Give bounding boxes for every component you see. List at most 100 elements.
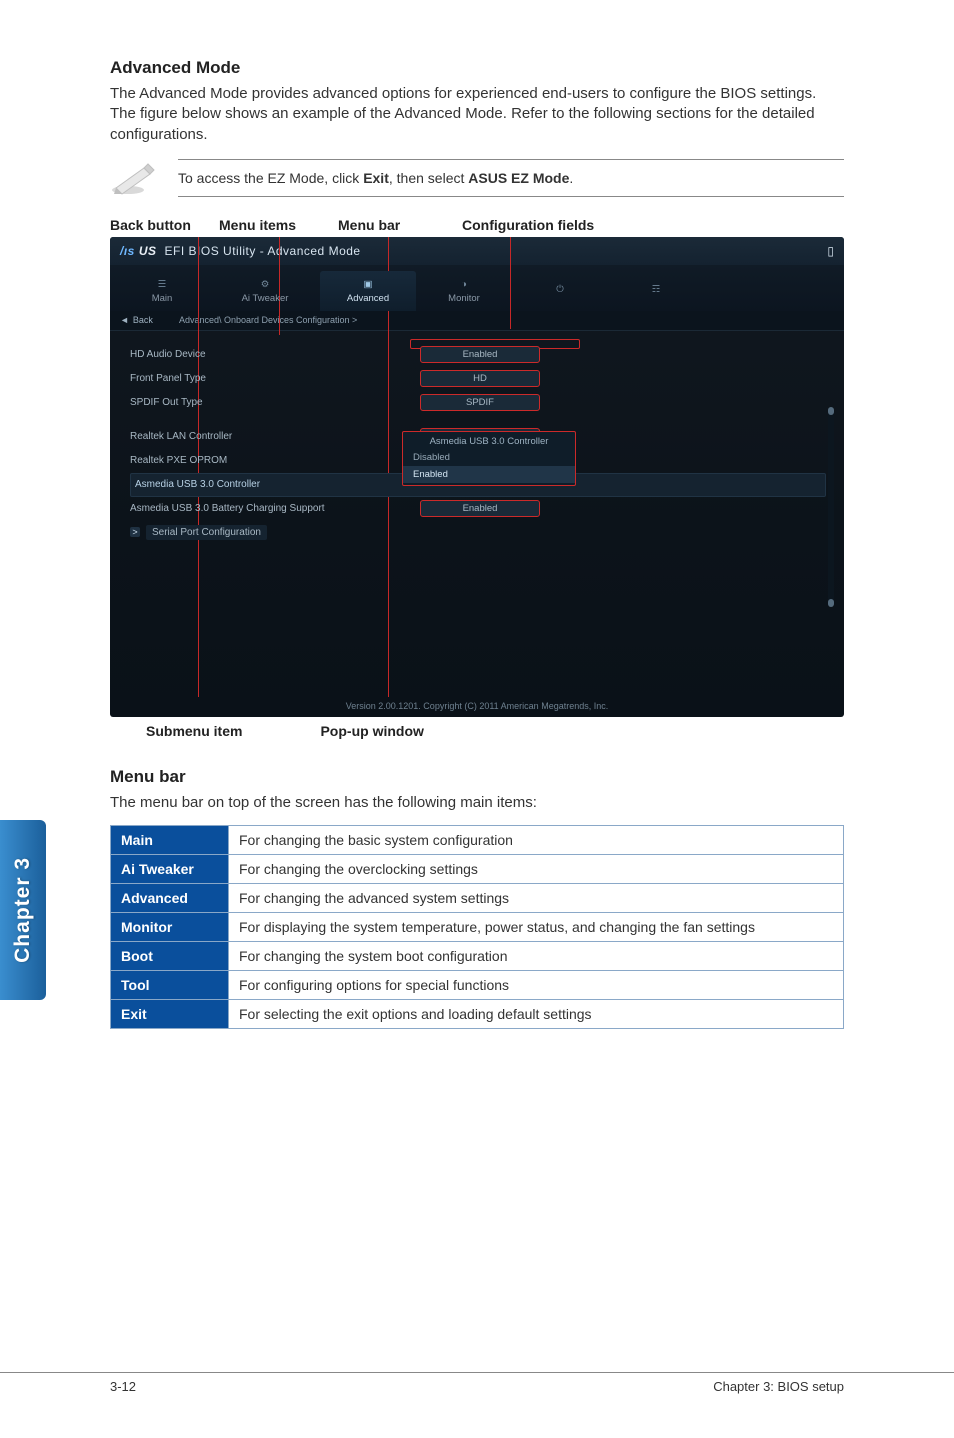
note-text: To access the EZ Mode, click Exit, then …: [178, 159, 844, 197]
table-key-monitor: Monitor: [111, 913, 229, 942]
note-block: To access the EZ Mode, click Exit, then …: [110, 159, 844, 197]
note-text-mid: , then select: [389, 170, 468, 186]
chevron-right-icon: >: [130, 527, 140, 537]
menu-bar-body: The menu bar on top of the screen has th…: [110, 793, 844, 813]
note-text-ezmode: ASUS EZ Mode: [468, 170, 569, 186]
row-serial-port[interactable]: > Serial Port Configuration: [130, 525, 826, 540]
tab-tool[interactable]: ☶: [608, 271, 704, 311]
note-text-prefix: To access the EZ Mode, click: [178, 170, 363, 186]
bios-screenshot: /ısUS EFI BIOS Utility - Advanced Mode ▯…: [110, 237, 844, 717]
table-row: MonitorFor displaying the system tempera…: [111, 913, 844, 942]
chapter-side-tab: Chapter 3: [0, 820, 46, 1000]
bios-title-text: EFI BIOS Utility - Advanced Mode: [165, 244, 361, 258]
table-desc-main: For changing the basic system configurat…: [229, 826, 844, 855]
table-key-advanced: Advanced: [111, 884, 229, 913]
tab-power[interactable]: ⏻: [512, 271, 608, 311]
row-spdif-value[interactable]: SPDIF: [420, 394, 540, 411]
row-hd-audio-label: HD Audio Device: [130, 349, 420, 360]
table-key-tool: Tool: [111, 971, 229, 1000]
scrollbar[interactable]: [828, 407, 834, 607]
back-button[interactable]: ◄ Back: [120, 315, 153, 325]
row-front-panel[interactable]: Front Panel Type HD: [130, 367, 826, 391]
row-hd-audio-value[interactable]: Enabled: [420, 346, 540, 363]
annot-menu-bar: Menu bar: [338, 217, 458, 233]
row-lan-label: Realtek LAN Controller: [130, 431, 420, 442]
table-key-boot: Boot: [111, 942, 229, 971]
tab-ai-tweaker-label: Ai Tweaker: [242, 293, 289, 304]
row-spdif[interactable]: SPDIF Out Type SPDIF: [130, 391, 826, 415]
row-pxe-label: Realtek PXE OPROM: [130, 455, 420, 466]
bios-titlebar: /ısUS EFI BIOS Utility - Advanced Mode ▯: [110, 237, 844, 265]
table-row: Ai TweakerFor changing the overclocking …: [111, 855, 844, 884]
scroll-arrow-down-icon[interactable]: [828, 599, 834, 607]
table-desc-boot: For changing the system boot configurati…: [229, 942, 844, 971]
tab-main-label: Main: [152, 293, 173, 304]
chapter-title-footer: Chapter 3: BIOS setup: [713, 1373, 844, 1394]
bios-settings-panel: HD Audio Device Enabled Front Panel Type…: [110, 331, 844, 359]
annot-submenu-item: Submenu item: [146, 723, 242, 739]
tab-advanced-label: Advanced: [347, 293, 389, 304]
note-text-exit: Exit: [363, 170, 389, 186]
row-front-panel-value[interactable]: HD: [420, 370, 540, 387]
table-row: ExitFor selecting the exit options and l…: [111, 1000, 844, 1029]
annot-back-button: Back button: [110, 217, 215, 233]
row-asmedia-batt-value[interactable]: Enabled: [420, 500, 540, 517]
menu-bar-table: MainFor changing the basic system config…: [110, 825, 844, 1029]
scroll-arrow-up-icon[interactable]: [828, 407, 834, 415]
annot-popup-window: Pop-up window: [320, 723, 423, 739]
table-row: AdvancedFor changing the advanced system…: [111, 884, 844, 913]
table-row: ToolFor configuring options for special …: [111, 971, 844, 1000]
table-key-tweaker: Ai Tweaker: [111, 855, 229, 884]
annot-config-fields: Configuration fields: [462, 217, 594, 233]
bios-tabbar: ☰ Main ⚙ Ai Tweaker ▣ Advanced ◑ Monitor…: [110, 265, 844, 311]
menu-bar-heading: Menu bar: [110, 767, 844, 787]
breadcrumb-path: Advanced\ Onboard Devices Configuration …: [179, 315, 357, 325]
pencil-note-icon: [110, 160, 156, 196]
row-asmedia-battery[interactable]: Asmedia USB 3.0 Battery Charging Support…: [130, 497, 826, 521]
tool-icon: ☶: [647, 283, 665, 297]
list-icon: ☰: [153, 277, 171, 291]
row-asmedia-batt-label: Asmedia USB 3.0 Battery Charging Support: [130, 503, 420, 514]
power-icon: ⏻: [551, 283, 569, 297]
table-desc-monitor: For displaying the system temperature, p…: [229, 913, 844, 942]
asus-logo: /ısUS EFI BIOS Utility - Advanced Mode: [120, 244, 361, 258]
page-footer: 3-12 Chapter 3: BIOS setup: [0, 1372, 954, 1394]
table-desc-exit: For selecting the exit options and loadi…: [229, 1000, 844, 1029]
page-number: 3-12: [110, 1373, 136, 1394]
row-hd-audio[interactable]: HD Audio Device Enabled: [130, 343, 826, 367]
table-key-main: Main: [111, 826, 229, 855]
row-asmedia-label: Asmedia USB 3.0 Controller: [131, 479, 421, 490]
popup-option-enabled[interactable]: Enabled: [403, 466, 575, 483]
advanced-mode-heading: Advanced Mode: [110, 58, 844, 78]
figure-top-annotations: Back button Menu items Menu bar Configur…: [110, 217, 844, 233]
table-row: MainFor changing the basic system config…: [111, 826, 844, 855]
annot-menu-items: Menu items: [219, 217, 334, 233]
note-text-suffix: .: [569, 170, 573, 186]
wrench-icon: ⚙: [256, 277, 274, 291]
monitor-icon: ◑: [455, 277, 473, 291]
exit-icon[interactable]: ▯: [827, 244, 834, 258]
popup-option-disabled[interactable]: Disabled: [403, 449, 575, 466]
chapter-side-tab-label: Chapter 3: [11, 857, 35, 963]
table-desc-tool: For configuring options for special func…: [229, 971, 844, 1000]
table-desc-advanced: For changing the advanced system setting…: [229, 884, 844, 913]
figure-bottom-annotations: Submenu item Pop-up window: [110, 723, 844, 739]
table-desc-tweaker: For changing the overclocking settings: [229, 855, 844, 884]
advanced-mode-body: The Advanced Mode provides advanced opti…: [110, 84, 844, 145]
tab-monitor[interactable]: ◑ Monitor: [416, 271, 512, 311]
tab-ai-tweaker[interactable]: ⚙ Ai Tweaker: [210, 271, 320, 311]
back-arrow-icon: ◄: [120, 315, 129, 325]
table-key-exit: Exit: [111, 1000, 229, 1029]
tab-advanced[interactable]: ▣ Advanced: [320, 271, 416, 311]
row-front-panel-label: Front Panel Type: [130, 373, 420, 384]
table-row: BootFor changing the system boot configu…: [111, 942, 844, 971]
popup-title: Asmedia USB 3.0 Controller: [403, 434, 575, 449]
chip-icon: ▣: [359, 277, 377, 291]
dropdown-popup[interactable]: Asmedia USB 3.0 Controller Disabled Enab…: [402, 431, 576, 486]
row-spdif-label: SPDIF Out Type: [130, 397, 420, 408]
asus-logo-text: /ıs: [120, 244, 135, 258]
tab-main[interactable]: ☰ Main: [114, 271, 210, 311]
row-serial-label: Serial Port Configuration: [146, 525, 267, 540]
bios-breadcrumb: ◄ Back Advanced\ Onboard Devices Configu…: [110, 311, 844, 331]
back-button-label: Back: [133, 315, 153, 325]
